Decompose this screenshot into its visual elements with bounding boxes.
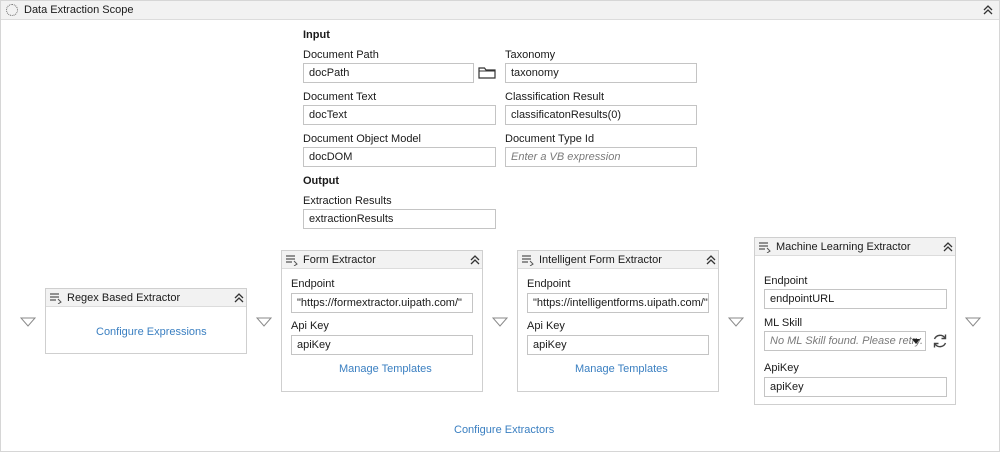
document-type-id-field[interactable]: Enter a VB expression xyxy=(505,147,697,167)
output-section-label: Output xyxy=(303,175,340,187)
scope-header: Data Extraction Scope xyxy=(1,1,999,20)
endpoint-field[interactable]: "https://intelligentforms.uipath.com/" xyxy=(527,293,709,313)
refresh-icon[interactable] xyxy=(930,331,950,351)
ml-extractor-activity[interactable]: Machine Learning Extractor Endpoint endp… xyxy=(754,237,956,405)
api-key-field[interactable]: apiKey xyxy=(764,377,947,397)
form-extractor-activity[interactable]: Form Extractor Endpoint "https://formext… xyxy=(281,250,483,392)
extraction-results-label: Extraction Results xyxy=(303,195,392,207)
collapse-icon[interactable] xyxy=(468,254,482,268)
document-text-label: Document Text xyxy=(303,91,377,103)
scope-title: Data Extraction Scope xyxy=(24,4,134,16)
activity-icon xyxy=(49,292,63,305)
activity-header: Intelligent Form Extractor xyxy=(518,251,718,269)
drop-arrow-icon[interactable] xyxy=(491,317,509,327)
activity-header: Regex Based Extractor xyxy=(46,289,246,307)
document-text-field[interactable]: docText xyxy=(303,105,496,125)
collapse-icon[interactable] xyxy=(704,254,718,268)
document-object-model-field[interactable]: docDOM xyxy=(303,147,496,167)
endpoint-label: Endpoint xyxy=(764,275,808,287)
collapse-icon[interactable] xyxy=(232,292,246,306)
drop-arrow-icon[interactable] xyxy=(964,317,982,327)
ml-skill-dropdown[interactable]: No ML Skill found. Please retry. xyxy=(764,331,926,351)
api-key-label: Api Key xyxy=(291,320,329,332)
regex-extractor-activity[interactable]: Regex Based Extractor Configure Expressi… xyxy=(45,288,247,354)
input-section-label: Input xyxy=(303,29,330,41)
endpoint-field[interactable]: endpointURL xyxy=(764,289,947,309)
endpoint-label: Endpoint xyxy=(291,278,335,290)
collapse-icon[interactable] xyxy=(941,241,955,255)
scope-icon xyxy=(6,4,18,16)
drop-arrow-icon[interactable] xyxy=(19,317,37,327)
drop-arrow-icon[interactable] xyxy=(255,317,273,327)
document-path-label: Document Path xyxy=(303,49,379,61)
document-path-field[interactable]: docPath xyxy=(303,63,474,83)
collapse-scope-icon[interactable] xyxy=(981,4,995,18)
configure-expressions-link[interactable]: Configure Expressions xyxy=(96,326,207,338)
document-object-model-label: Document Object Model xyxy=(303,133,421,145)
configure-extractors-link[interactable]: Configure Extractors xyxy=(454,424,554,436)
folder-icon[interactable] xyxy=(477,63,497,83)
extraction-results-field[interactable]: extractionResults xyxy=(303,209,496,229)
chevron-down-icon xyxy=(912,339,920,344)
intelligent-form-extractor-activity[interactable]: Intelligent Form Extractor Endpoint "htt… xyxy=(517,250,719,392)
taxonomy-field[interactable]: taxonomy xyxy=(505,63,697,83)
drop-arrow-icon[interactable] xyxy=(727,317,745,327)
classification-result-field[interactable]: classificatonResults(0) xyxy=(505,105,697,125)
ml-extractor-title: Machine Learning Extractor xyxy=(776,241,911,253)
manage-templates-link[interactable]: Manage Templates xyxy=(339,363,432,375)
manage-templates-link[interactable]: Manage Templates xyxy=(575,363,668,375)
taxonomy-label: Taxonomy xyxy=(505,49,556,61)
classification-result-label: Classification Result xyxy=(505,91,605,103)
api-key-field[interactable]: apiKey xyxy=(291,335,473,355)
intelligent-form-extractor-title: Intelligent Form Extractor xyxy=(539,254,662,266)
api-key-label: ApiKey xyxy=(764,362,799,374)
form-extractor-title: Form Extractor xyxy=(303,254,376,266)
ml-skill-placeholder: No ML Skill found. Please retry. xyxy=(770,335,924,347)
ml-skill-label: ML Skill xyxy=(764,317,803,329)
activity-icon xyxy=(758,241,772,254)
endpoint-label: Endpoint xyxy=(527,278,571,290)
activity-icon xyxy=(285,254,299,267)
endpoint-field[interactable]: "https://formextractor.uipath.com/" xyxy=(291,293,473,313)
data-extraction-scope: Data Extraction Scope Input Document Pat… xyxy=(0,0,1000,452)
activity-header: Form Extractor xyxy=(282,251,482,269)
document-type-id-label: Document Type Id xyxy=(505,133,595,145)
activity-header: Machine Learning Extractor xyxy=(755,238,955,256)
api-key-field[interactable]: apiKey xyxy=(527,335,709,355)
regex-extractor-title: Regex Based Extractor xyxy=(67,292,181,304)
api-key-label: Api Key xyxy=(527,320,565,332)
activity-icon xyxy=(521,254,535,267)
